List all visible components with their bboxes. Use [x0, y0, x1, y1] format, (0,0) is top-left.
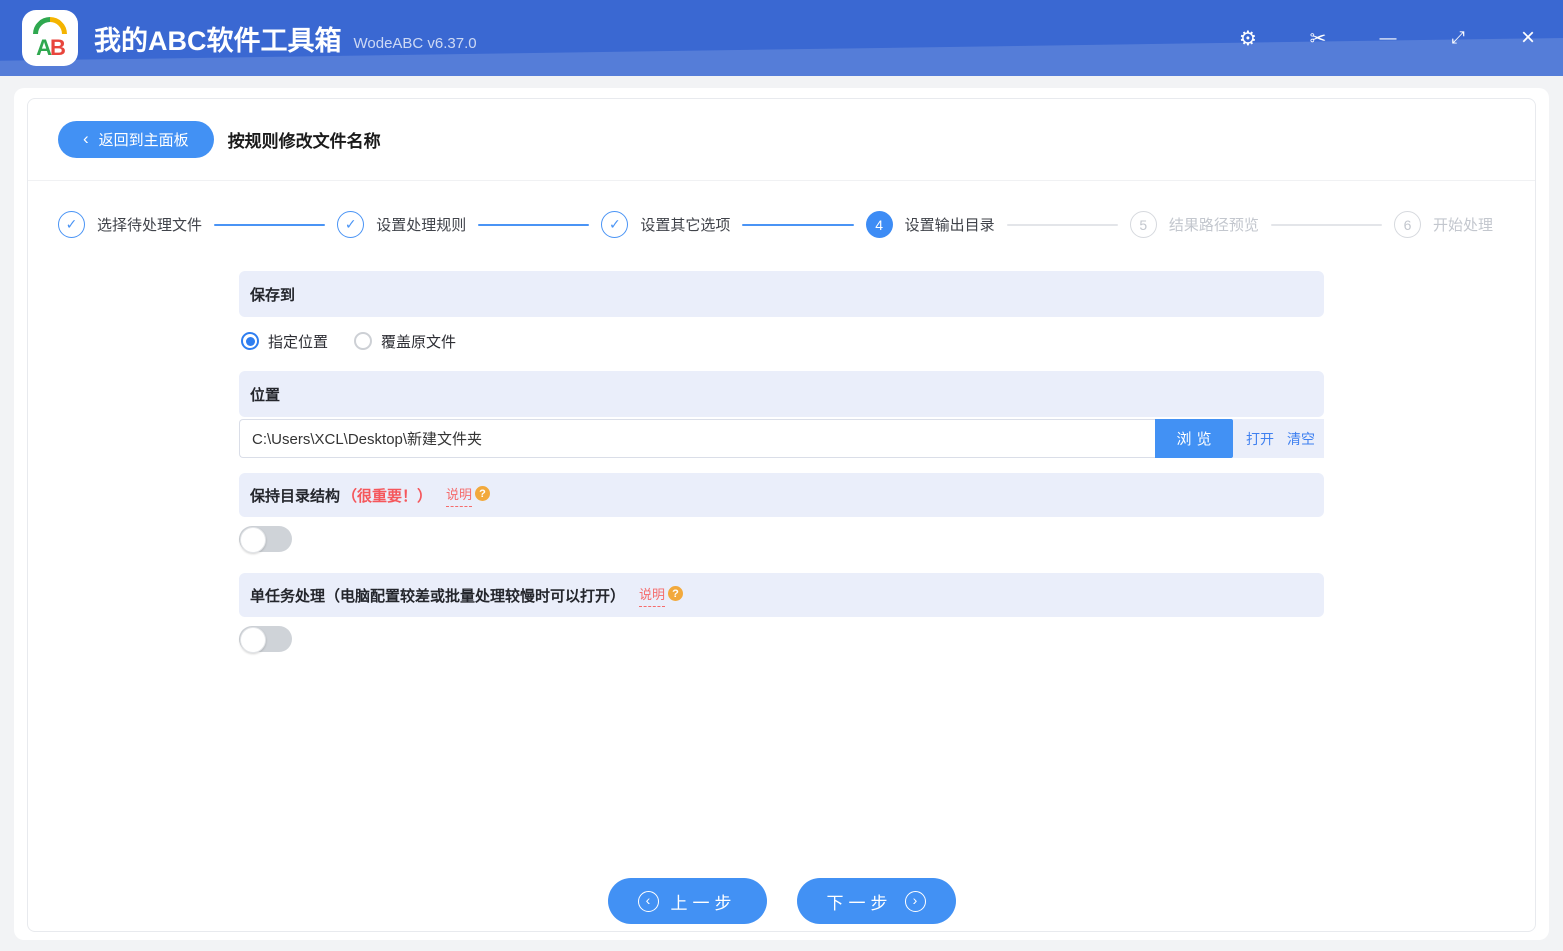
- save-to-options: 指定位置 覆盖原文件: [239, 325, 1324, 357]
- step-number: 6: [1394, 211, 1422, 238]
- check-icon: ✓: [337, 211, 365, 238]
- step-connector: [478, 223, 590, 226]
- scissors-icon[interactable]: ✂: [1283, 0, 1353, 76]
- location-section-header: 位置: [239, 371, 1324, 417]
- step-content: 保存到 指定位置 覆盖原文件 位置 浏览 打开: [28, 271, 1535, 924]
- app-logo-icon: AB: [22, 9, 78, 66]
- important-note: （很重要！）: [342, 487, 433, 505]
- minimize-icon[interactable]: —: [1353, 0, 1423, 76]
- back-button-label: 返回到主面板: [98, 132, 189, 149]
- radio-label: 指定位置: [268, 333, 329, 351]
- question-mark-icon: ?: [668, 586, 684, 601]
- step-label: 设置输出目录: [904, 217, 995, 234]
- clear-path-link[interactable]: 清空: [1287, 429, 1315, 449]
- single-task-section-header: 单任务处理（电脑配置较差或批量处理较慢时可以打开） 说明 ?: [239, 573, 1324, 617]
- logo-letters: AB: [36, 35, 66, 60]
- step-connector: [742, 223, 854, 226]
- next-step-label: 下一步: [826, 893, 893, 913]
- app-version: WodeABC v6.37.0: [353, 34, 477, 52]
- radio-selected-icon: [241, 332, 259, 350]
- step-set-rules[interactable]: ✓ 设置处理规则: [337, 211, 478, 238]
- step-label: 设置处理规则: [376, 217, 467, 234]
- path-link-group: 打开 清空: [1233, 419, 1324, 458]
- check-icon: ✓: [601, 211, 629, 238]
- step-output-directory[interactable]: 4 设置输出目录: [865, 211, 1007, 238]
- radio-unselected-icon: [354, 332, 373, 350]
- output-path-input[interactable]: [239, 419, 1155, 458]
- circle-right-arrow-icon: ›: [904, 890, 926, 912]
- help-label: 说明: [446, 484, 473, 507]
- back-to-main-button[interactable]: ‹ 返回到主面板: [58, 121, 214, 158]
- save-to-title: 保存到: [250, 286, 296, 304]
- app-title: 我的ABC软件工具箱: [94, 25, 342, 56]
- keep-structure-section-header: 保持目录结构 （很重要！） 说明 ?: [239, 473, 1324, 517]
- wizard-footer: ‹ 上一步 下一步 ›: [239, 878, 1324, 924]
- radio-specified-location[interactable]: 指定位置: [241, 331, 328, 352]
- keep-structure-help-link[interactable]: 说明 ?: [446, 484, 491, 507]
- step-number: 4: [865, 211, 893, 238]
- page-title: 按规则修改文件名称: [227, 132, 381, 151]
- previous-step-button[interactable]: ‹ 上一步: [607, 878, 767, 924]
- browse-button[interactable]: 浏览: [1155, 419, 1233, 458]
- location-title: 位置: [250, 386, 281, 404]
- radio-overwrite-original[interactable]: 覆盖原文件: [354, 331, 456, 352]
- keep-structure-title: 保持目录结构: [250, 487, 341, 505]
- previous-step-label: 上一步: [670, 893, 737, 913]
- next-step-button[interactable]: 下一步 ›: [796, 878, 956, 924]
- panel-header: ‹ 返回到主面板 按规则修改文件名称: [28, 99, 1535, 181]
- step-label: 设置其它选项: [640, 217, 731, 234]
- radio-label: 覆盖原文件: [381, 333, 457, 351]
- step-connector: [214, 223, 326, 226]
- step-connector: [1006, 223, 1118, 226]
- settings-gear-icon[interactable]: ⚙: [1213, 0, 1283, 76]
- step-label: 开始处理: [1433, 217, 1494, 234]
- circle-left-arrow-icon: ‹: [637, 890, 659, 912]
- window-controls: ⚙ ✂ — ⤢ ×: [1213, 0, 1563, 76]
- single-task-help-link[interactable]: 说明 ?: [639, 584, 684, 607]
- keep-structure-toggle[interactable]: [239, 526, 292, 553]
- step-number: 5: [1129, 211, 1157, 238]
- titlebar: AB 我的ABC软件工具箱 WodeABC v6.37.0 ⚙ ✂ — ⤢ ×: [0, 0, 1563, 76]
- wizard-panel: ‹ 返回到主面板 按规则修改文件名称 ✓ 选择待处理文件 ✓ 设置处理规则 ✓ …: [27, 98, 1536, 932]
- open-folder-link[interactable]: 打开: [1246, 429, 1274, 449]
- step-label: 结果路径预览: [1168, 217, 1259, 234]
- step-start-processing[interactable]: 6 开始处理: [1394, 211, 1505, 238]
- single-task-title: 单任务处理（电脑配置较差或批量处理较慢时可以打开）: [250, 587, 626, 605]
- output-path-row: 浏览 打开 清空: [239, 419, 1324, 458]
- step-label: 选择待处理文件: [97, 217, 203, 234]
- step-select-files[interactable]: ✓ 选择待处理文件: [58, 211, 214, 238]
- question-mark-icon: ?: [475, 486, 491, 501]
- wizard-stepper: ✓ 选择待处理文件 ✓ 设置处理规则 ✓ 设置其它选项 4 设置输出目录 5 结…: [28, 211, 1535, 238]
- help-label: 说明: [639, 584, 666, 607]
- main-card: ‹ 返回到主面板 按规则修改文件名称 ✓ 选择待处理文件 ✓ 设置处理规则 ✓ …: [14, 88, 1549, 940]
- chevron-left-icon: ‹: [83, 129, 89, 148]
- check-icon: ✓: [58, 211, 85, 238]
- step-other-options[interactable]: ✓ 设置其它选项: [601, 211, 742, 238]
- single-task-toggle[interactable]: [239, 626, 292, 653]
- step-result-preview[interactable]: 5 结果路径预览: [1129, 211, 1271, 238]
- close-icon[interactable]: ×: [1493, 0, 1563, 76]
- maximize-icon[interactable]: ⤢: [1423, 0, 1493, 76]
- step-connector: [1270, 223, 1383, 226]
- save-to-section-header: 保存到: [239, 271, 1324, 317]
